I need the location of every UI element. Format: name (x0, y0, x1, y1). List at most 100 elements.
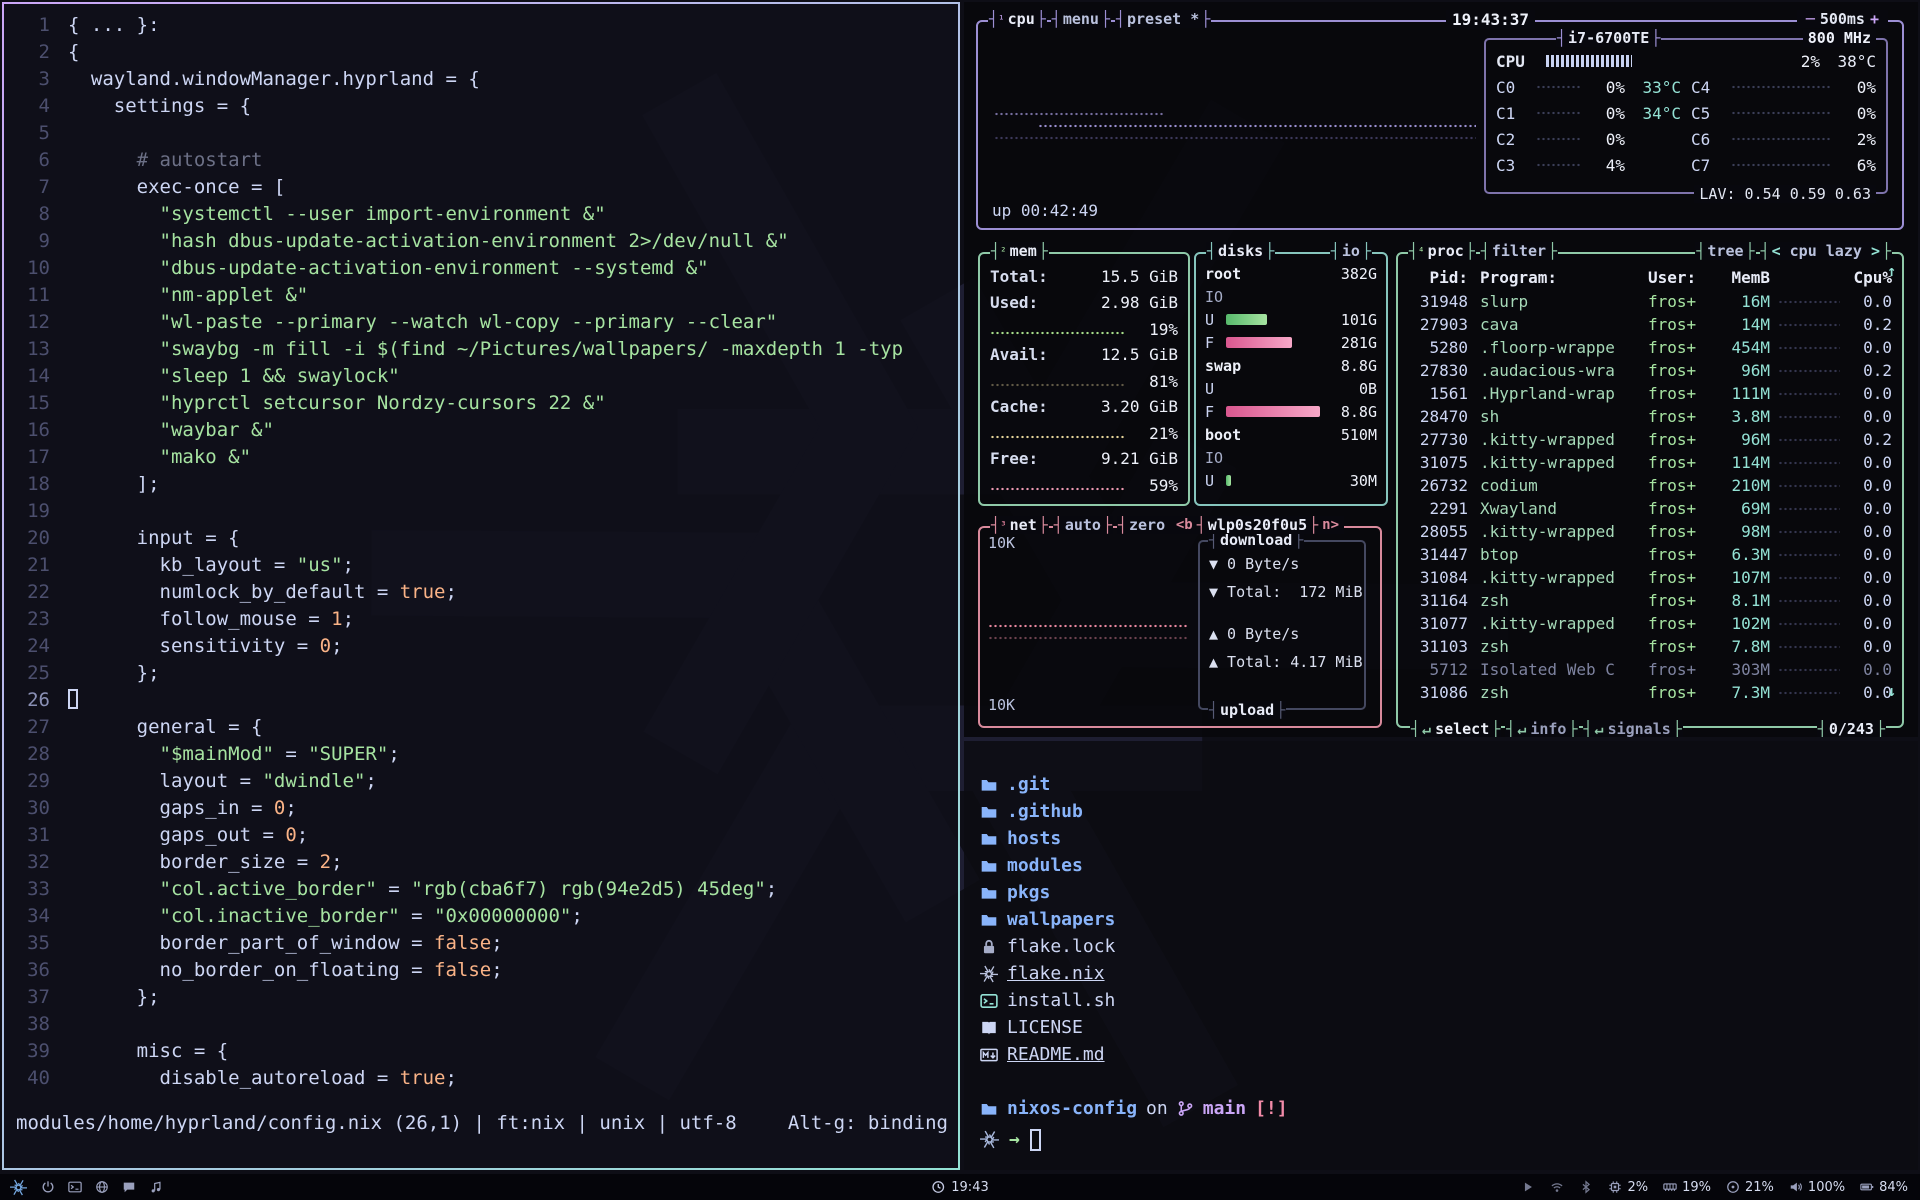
code-line[interactable]: 6 # autostart (4, 147, 958, 174)
io-mode-button[interactable]: io (1330, 242, 1372, 260)
bar-module-cpu[interactable]: 2% (1608, 1180, 1648, 1195)
process-row[interactable]: 31447btopfros+6.3M0.0 (1398, 543, 1902, 566)
clock-module[interactable]: 19:43 (931, 1180, 988, 1195)
process-row[interactable]: 28055.kitty-wrappedfros+98M0.0 (1398, 520, 1902, 543)
next-interface-button[interactable]: n> (1322, 517, 1339, 533)
mem-box-title[interactable]: ²mem (990, 242, 1049, 260)
tree-toggle-button[interactable]: tree (1695, 242, 1755, 260)
sort-prev-button[interactable]: < (1772, 242, 1781, 260)
process-row[interactable]: 26732codiumfros+210M0.0 (1398, 474, 1902, 497)
code-line[interactable]: 19 (4, 498, 958, 525)
bar-module-memory[interactable]: 19% (1663, 1180, 1711, 1195)
bluetooth-tray-icon[interactable] (1579, 1180, 1593, 1194)
signals-button[interactable]: ↵signals (1583, 720, 1683, 737)
cpu-column-header[interactable]: Cpu% (1848, 268, 1892, 287)
power-icon[interactable] (41, 1180, 55, 1194)
code-line[interactable]: 35 border_part_of_window = false; (4, 930, 958, 957)
code-line[interactable]: 24 sensitivity = 0; (4, 633, 958, 660)
music-icon[interactable] (149, 1180, 163, 1194)
code-line[interactable]: 11 "nm-applet &" (4, 282, 958, 309)
code-line[interactable]: 34 "col.inactive_border" = "0x00000000"; (4, 903, 958, 930)
process-row[interactable]: 27730.kitty-wrappedfros+96M0.2 (1398, 428, 1902, 451)
process-row[interactable]: 28470shfros+3.8M0.0 (1398, 405, 1902, 428)
nixos-logo-icon[interactable] (10, 1179, 27, 1196)
process-row[interactable]: 31075.kitty-wrappedfros+114M0.0 (1398, 451, 1902, 474)
sort-next-button[interactable]: > (1871, 242, 1880, 260)
process-row[interactable]: 5280.floorp-wrappefros+454M0.0 (1398, 336, 1902, 359)
filter-button[interactable]: filter (1480, 242, 1558, 260)
code-line[interactable]: 20 input = { (4, 525, 958, 552)
code-line[interactable]: 12 "wl-paste --primary --watch wl-copy -… (4, 309, 958, 336)
code-line[interactable]: 1{ ... }: (4, 12, 958, 39)
process-row[interactable]: 1561.Hyprland-wrapfros+111M0.0 (1398, 382, 1902, 405)
process-row[interactable]: 27830.audacious-wrafros+96M0.2 (1398, 359, 1902, 382)
code-line[interactable]: 2{ (4, 39, 958, 66)
code-line[interactable]: 21 kb_layout = "us"; (4, 552, 958, 579)
scroll-down-indicator[interactable]: ↓ (1887, 682, 1896, 700)
scroll-up-indicator[interactable]: ↑ (1887, 262, 1896, 280)
code-line[interactable]: 25 }; (4, 660, 958, 687)
process-row[interactable]: 31086zshfros+7.3M0.0 (1398, 681, 1902, 704)
code-line[interactable]: 3 wayland.windowManager.hyprland = { (4, 66, 958, 93)
code-line[interactable]: 13 "swaybg -m fill -i $(find ~/Pictures/… (4, 336, 958, 363)
code-line[interactable]: 18 ]; (4, 471, 958, 498)
shell-input-line[interactable]: → (980, 1126, 1902, 1153)
code-line[interactable]: 22 numlock_by_default = true; (4, 579, 958, 606)
disks-box-title[interactable]: disks (1206, 242, 1275, 260)
code-line[interactable]: 17 "mako &" (4, 444, 958, 471)
code-line[interactable]: 16 "waybar &" (4, 417, 958, 444)
code-line[interactable]: 40 disable_autoreload = true; (4, 1065, 958, 1092)
process-row[interactable]: 2291Xwaylandfros+69M0.0 (1398, 497, 1902, 520)
media-tray-icon[interactable] (1521, 1180, 1535, 1194)
bar-module-disk[interactable]: 21% (1726, 1180, 1774, 1195)
code-line[interactable]: 28 "$mainMod" = "SUPER"; (4, 741, 958, 768)
code-line[interactable]: 23 follow_mouse = 1; (4, 606, 958, 633)
code-line[interactable]: 30 gaps_in = 0; (4, 795, 958, 822)
code-line[interactable]: 4 settings = { (4, 93, 958, 120)
mem-column-header[interactable]: MemB (1714, 268, 1770, 287)
code-line[interactable]: 29 layout = "dwindle"; (4, 768, 958, 795)
user-column-header[interactable]: User: (1648, 268, 1714, 287)
code-line[interactable]: 32 border_size = 2; (4, 849, 958, 876)
process-row[interactable]: 31948slurpfros+16M0.0 (1398, 290, 1902, 313)
code-line[interactable]: 39 misc = { (4, 1038, 958, 1065)
code-line[interactable]: 10 "dbus-update-activation-environment -… (4, 255, 958, 282)
code-line[interactable]: 38 (4, 1011, 958, 1038)
prev-interface-button[interactable]: <b (1176, 517, 1193, 533)
code-line[interactable]: 7 exec-once = [ (4, 174, 958, 201)
select-button[interactable]: ↵select (1410, 720, 1501, 737)
code-line[interactable]: 14 "sleep 1 && swaylock" (4, 363, 958, 390)
net-box-title[interactable]: ³net (990, 516, 1049, 534)
chat-icon[interactable] (122, 1180, 136, 1194)
code-line[interactable]: 27 general = { (4, 714, 958, 741)
btop-window[interactable]: ¹cpu menu preset * 19:43:37 ─500ms+ up 0… (964, 2, 1918, 737)
code-line[interactable]: 31 gaps_out = 0; (4, 822, 958, 849)
preset-button[interactable]: preset * (1115, 10, 1211, 28)
interval-decrease-button[interactable]: ─ (1806, 10, 1815, 28)
code-line[interactable]: 33 "col.active_border" = "rgb(cba6f7) rg… (4, 876, 958, 903)
code-line[interactable]: 26 (4, 687, 958, 714)
terminal-window[interactable]: .git.githubhostsmodulespkgswallpapersfla… (964, 741, 1918, 1170)
process-row[interactable]: 31077.kitty-wrappedfros+102M0.0 (1398, 612, 1902, 635)
process-row[interactable]: 31084.kitty-wrappedfros+107M0.0 (1398, 566, 1902, 589)
code-line[interactable]: 5 (4, 120, 958, 147)
code-line[interactable]: 15 "hyprctl setcursor Nordzy-cursors 22 … (4, 390, 958, 417)
code-line[interactable]: 37 }; (4, 984, 958, 1011)
process-row[interactable]: 27903cavafros+14M0.2 (1398, 313, 1902, 336)
terminal-icon[interactable] (68, 1180, 82, 1194)
process-row[interactable]: 31103zshfros+7.8M0.0 (1398, 635, 1902, 658)
interval-increase-button[interactable]: + (1870, 10, 1879, 28)
program-column-header[interactable]: Program: (1480, 268, 1648, 287)
pid-column-header[interactable]: Pid: (1408, 268, 1468, 287)
process-row[interactable]: 5712Isolated Web Cfros+303M0.0 (1398, 658, 1902, 681)
network-tray-icon[interactable] (1550, 1180, 1564, 1194)
net-zero-button[interactable]: zero (1117, 516, 1177, 534)
info-button[interactable]: ↵info (1505, 720, 1578, 737)
proc-box-title[interactable]: ⁴proc (1408, 242, 1476, 260)
code-line[interactable]: 8 "systemctl --user import-environment &… (4, 201, 958, 228)
editor-window[interactable]: 1{ ... }:2{3 wayland.windowManager.hyprl… (2, 2, 960, 1170)
bar-module-battery[interactable]: 84% (1860, 1180, 1908, 1195)
process-row[interactable]: 31164zshfros+8.1M0.0 (1398, 589, 1902, 612)
cpu-box-title[interactable]: ¹cpu (988, 10, 1047, 28)
bar-module-volume[interactable]: 100% (1789, 1180, 1845, 1195)
